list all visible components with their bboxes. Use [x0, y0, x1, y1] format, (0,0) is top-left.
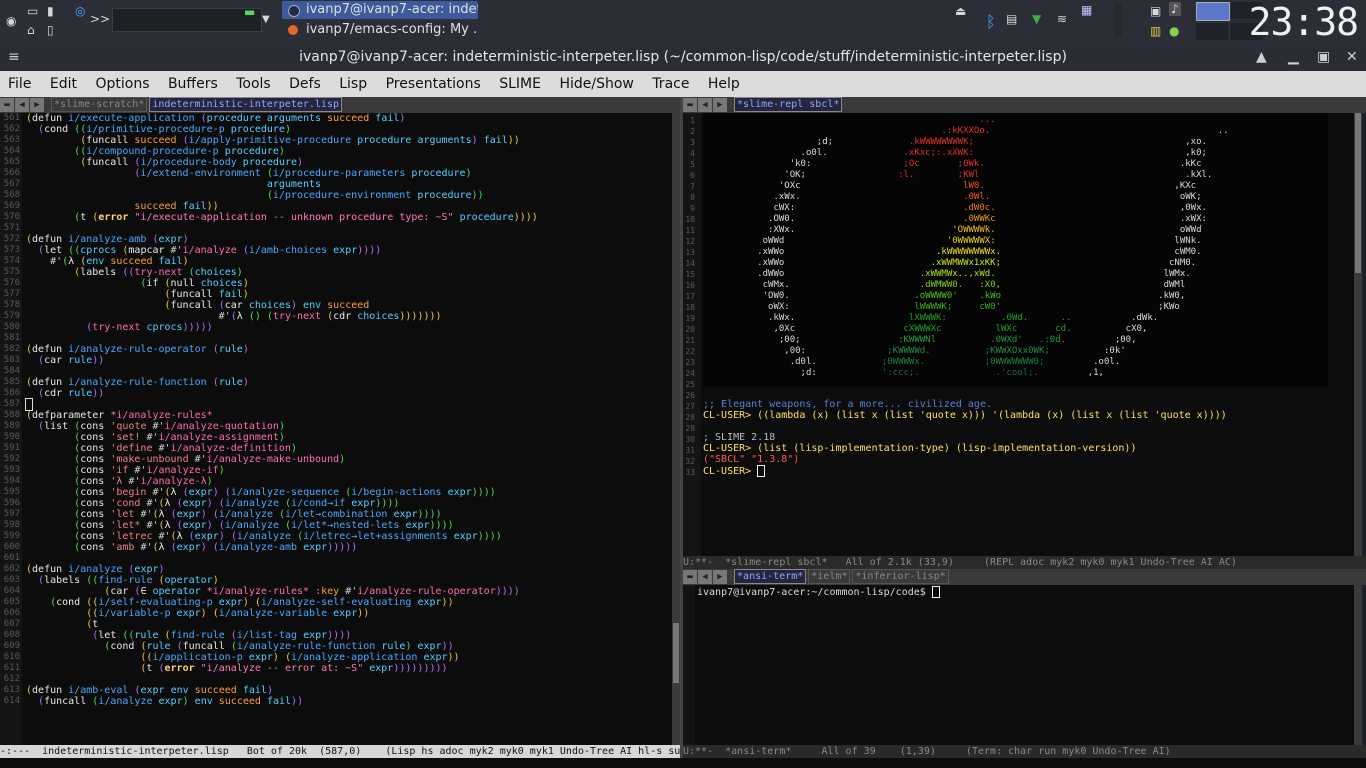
code-editor[interactable]: 561 562 563 564 565 566 567 568 569 570 … — [0, 113, 672, 745]
menu-bar: File Edit Options Buffers Tools Defs Lis… — [0, 71, 1366, 97]
tab-inferior-lisp[interactable]: *inferior-lisp* — [852, 569, 949, 584]
repl-input-2: CL-USER> (list (lisp-implementation-type… — [703, 443, 1137, 454]
left-scrollbar[interactable] — [672, 113, 680, 745]
tab-menu-button[interactable]: ▬ — [683, 570, 697, 584]
repl-comment: ;; Elegant weapons, for a more... civili… — [703, 399, 992, 410]
tab-next-button[interactable]: ▶ — [713, 570, 727, 584]
menu-hide-show[interactable]: Hide/Show — [559, 76, 633, 92]
ansi-term-pane[interactable]: ivanp7@ivanp7-acer:~/common-lisp/code$ — [683, 585, 1354, 745]
dropdown-arrow-icon[interactable]: ▼ — [262, 14, 270, 25]
term-modeline: U:**- *ansi-term* All of 39 (1,39) (Term… — [683, 745, 1366, 758]
tab-slime-scratch[interactable]: *slime-scratch* — [51, 97, 148, 112]
minibuffer[interactable] — [0, 758, 1366, 768]
run-box[interactable] — [112, 8, 262, 32]
repl-output[interactable]: ;; Elegant weapons, for a more... civili… — [703, 399, 1227, 477]
menu-tools[interactable]: Tools — [236, 76, 271, 92]
clipboard-icon[interactable]: ▥ — [1150, 24, 1161, 38]
usb-icon[interactable]: ⏏ — [955, 4, 966, 18]
editor-modeline: -:--- indeterministic-interpeter.lisp Bo… — [0, 745, 680, 758]
tab-slime-repl[interactable]: *slime-repl sbcl* — [734, 97, 843, 112]
menu-trace[interactable]: Trace — [652, 76, 689, 92]
left-scrollbar-thumb[interactable] — [673, 623, 679, 683]
volume-icon[interactable]: ♪ — [1169, 2, 1181, 16]
repl-scrollbar-thumb[interactable] — [1355, 113, 1361, 273]
task-browser[interactable]: ivanp7/emacs-config: My ... — [282, 21, 478, 39]
menu-slime[interactable]: SLIME — [499, 76, 541, 92]
tab-ansi-term[interactable]: *ansi-term* — [734, 569, 807, 584]
left-tab-bar: ▬ ◀ ▶ *slime-scratch* indeterministic-inter… — [0, 97, 680, 113]
tab-menu-button[interactable]: ▬ — [0, 98, 14, 112]
code-text[interactable]: (defun i/execute-application (procedure … — [24, 113, 672, 707]
menu-edit[interactable]: Edit — [50, 76, 77, 92]
status-icon[interactable]: ● — [1169, 24, 1179, 38]
menu-options[interactable]: Options — [95, 76, 149, 92]
tab-next-button[interactable]: ▶ — [713, 98, 727, 112]
repl-result: ("SBCL" "1.3.8") — [703, 454, 800, 465]
terminal-cursor — [931, 586, 940, 598]
firefox-icon — [288, 25, 298, 35]
monitor-icon: ▬ — [244, 5, 256, 19]
terminal-prompt: ivanp7@ivanp7-acer:~/common-lisp/code$ — [697, 587, 932, 598]
maximize-icon[interactable]: ▣ — [1317, 44, 1330, 71]
browser-icon[interactable]: ◎ — [75, 4, 85, 18]
workspace-1[interactable] — [1196, 2, 1230, 21]
terminal-output[interactable]: ivanp7@ivanp7-acer:~/common-lisp/code$ — [697, 586, 940, 598]
taskbar: ◉ ▭ ▮ ⌂ ▯ ◎ >> ▬ ▼ ivanp7@ivanp7-acer: i… — [0, 0, 1366, 44]
workspace-3[interactable] — [1196, 23, 1228, 40]
clock: 23:38 — [1248, 0, 1359, 44]
us-flag-icon[interactable]: ▦ — [1081, 3, 1092, 17]
tab-prev-button[interactable]: ◀ — [698, 98, 712, 112]
close-icon[interactable]: ✕ — [1346, 44, 1358, 71]
window-title: ivanp7@ivanp7-acer: indeterministic-inte… — [299, 49, 1067, 65]
slime-repl-pane[interactable]: 1 2 3 4 5 6 7 8 9 10 11 12 13 14 15 16 1… — [683, 113, 1354, 556]
terminal-task-icon — [288, 5, 300, 17]
tab-prev-button[interactable]: ◀ — [15, 98, 29, 112]
cpu-graph — [1114, 4, 1122, 36]
app-launcher-icon[interactable]: ◉ — [6, 14, 16, 28]
menu-file[interactable]: File — [8, 76, 31, 92]
minimize-icon[interactable]: ▁ — [1288, 44, 1299, 71]
lock-icon[interactable]: ▣ — [1150, 4, 1161, 18]
tab-interpreter-file[interactable]: indeterministic-interpeter.lisp — [149, 97, 342, 112]
task-label: ivanp7/emacs-config: My ... — [306, 22, 478, 37]
repl-modeline: U:**- *slime-repl sbcl* All of 2.1k (33,… — [683, 556, 1366, 569]
tab-next-button[interactable]: ▶ — [30, 98, 44, 112]
update-icon[interactable]: ▼ — [1032, 12, 1041, 26]
tab-ielm[interactable]: *ielm* — [808, 569, 851, 584]
keep-above-icon[interactable]: ▲ — [1256, 44, 1267, 71]
menu-defs[interactable]: Defs — [289, 76, 321, 92]
task-terminal[interactable]: ivanp7@ivanp7-acer: indet... — [282, 1, 478, 19]
home-icon[interactable]: ⌂ — [27, 23, 35, 37]
slime-version: ; SLIME 2.18 — [703, 432, 776, 443]
terminal-icon[interactable]: ▮ — [47, 4, 54, 18]
lisp-alien-logo: ... .:kKXXOo. .. ;d; .kWWWWWWWWK; ,xo. .… — [703, 113, 1328, 387]
menu-help[interactable]: Help — [708, 76, 740, 92]
tab-menu-button[interactable]: ▬ — [683, 98, 697, 112]
term-scrollbar[interactable] — [1354, 585, 1362, 745]
repl-input-1: CL-USER> ((lambda (x) (list x (list 'quo… — [703, 410, 1227, 421]
tab-prev-button[interactable]: ◀ — [698, 570, 712, 584]
task-label: ivanp7@ivanp7-acer: indet... — [306, 2, 478, 17]
window-titlebar[interactable]: ≡ ivanp7@ivanp7-acer: indeterministic-in… — [0, 44, 1366, 71]
repl-cursor — [757, 465, 766, 477]
term-gutter — [683, 585, 695, 745]
trash-icon[interactable]: ▯ — [47, 23, 54, 37]
bluetooth-icon[interactable]: ᛒ — [986, 12, 996, 31]
wifi-icon[interactable]: ≋ — [1057, 12, 1067, 26]
menu-presentations[interactable]: Presentations — [386, 76, 481, 92]
menu-lisp[interactable]: Lisp — [339, 76, 367, 92]
desktop-icon[interactable]: ▭ — [27, 4, 38, 18]
ascii-art: ... .:kKXXOo. .. ;d; .kWWWWWWWWK; ,xo. .… — [703, 115, 1229, 378]
book-icon[interactable]: ▤ — [1006, 12, 1017, 26]
more-chevron[interactable]: >> — [90, 12, 110, 26]
right-top-tab-bar: ▬ ◀ ▶ *slime-repl sbcl* — [683, 97, 1366, 113]
menu-buffers[interactable]: Buffers — [168, 76, 218, 92]
line-numbers: 561 562 563 564 565 566 567 568 569 570 … — [3, 113, 20, 706]
repl-scrollbar[interactable] — [1354, 113, 1362, 556]
repl-prompt[interactable]: CL-USER> — [703, 466, 757, 477]
right-bottom-tab-bar: ▬ ◀ ▶ *ansi-term* *ielm* *inferior-lisp* — [683, 569, 1366, 585]
repl-line-numbers: 1 2 3 4 5 6 7 8 9 10 11 12 13 14 15 16 1… — [685, 116, 695, 477]
